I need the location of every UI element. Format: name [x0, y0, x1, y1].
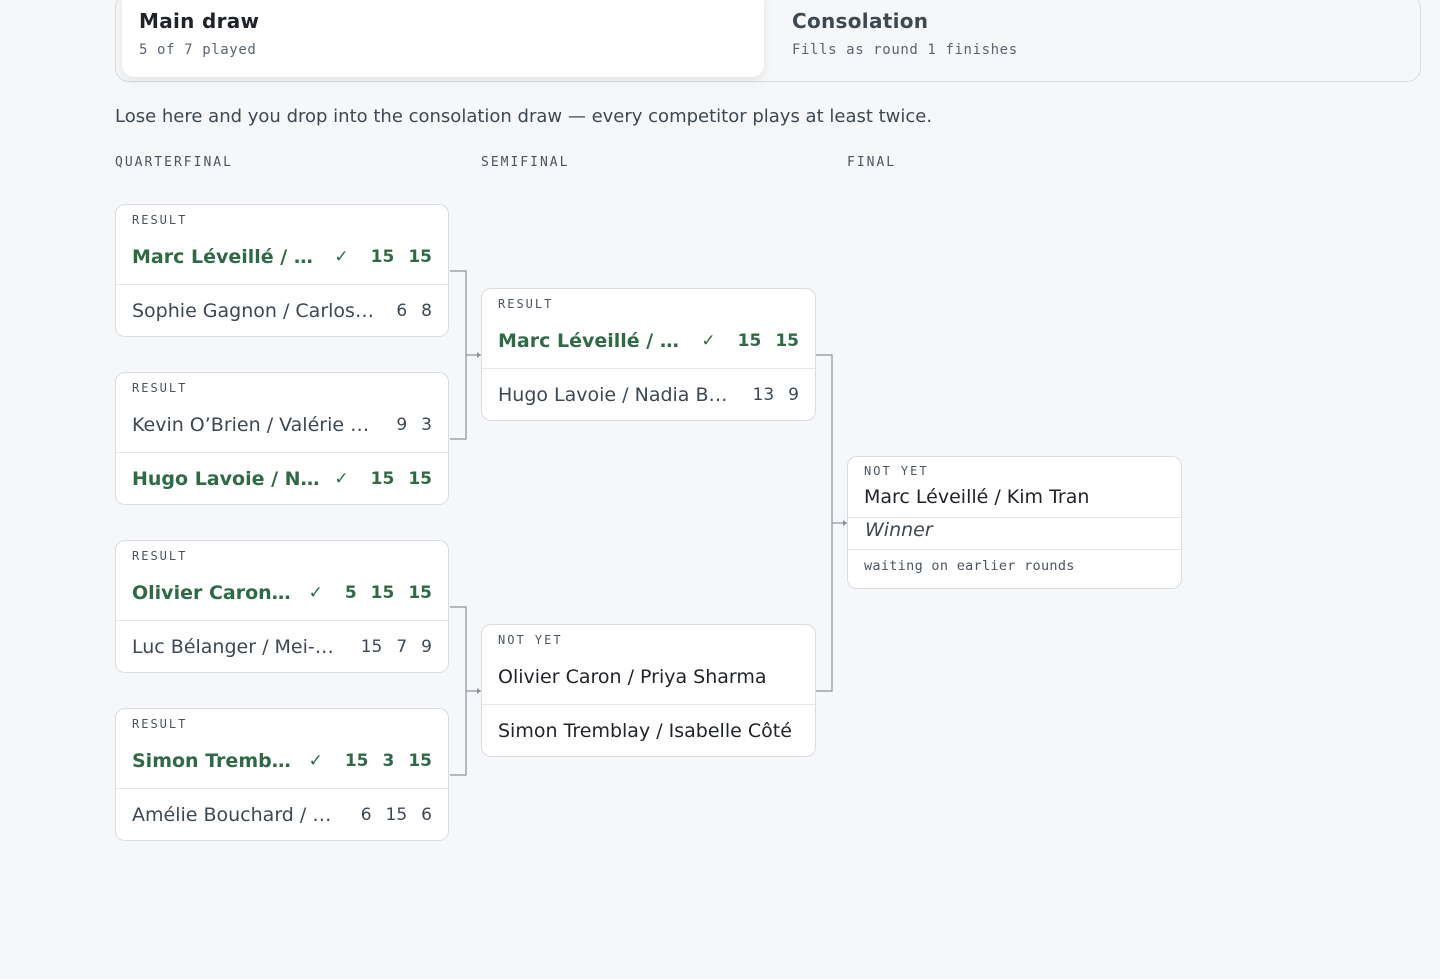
match-team-row: Marc Léveillé / Kim Tran ✓ 15 15	[482, 315, 815, 367]
set-score: 6	[360, 804, 372, 825]
match-status: NOT YET	[864, 464, 929, 478]
set-score: 3	[382, 751, 395, 771]
team-scores: 15 15	[357, 247, 432, 267]
match-team-row: Amélie Bouchard / Denis Roy 6 15 6	[116, 788, 448, 840]
set-score: 15	[385, 804, 408, 825]
check-icon: ✓	[308, 751, 323, 771]
set-score: 9	[788, 384, 799, 405]
set-score: 15	[775, 331, 799, 351]
team-name: Sophie Gagnon / Carlos Mendes	[132, 299, 374, 322]
set-score: 15	[370, 583, 395, 603]
set-score: 3	[421, 415, 432, 435]
set-score: 15	[370, 468, 395, 489]
match-team-row: Olivier Caron / Priya Sharma	[482, 651, 815, 703]
match-team-row: Luc Bélanger / Mei-Ling Wu 15 7 9	[116, 620, 448, 672]
connector-qf3-qf4	[450, 606, 467, 776]
set-score: 15	[408, 468, 432, 489]
team-name: Amélie Bouchard / Denis Roy	[132, 803, 339, 826]
match-status: RESULT	[132, 213, 188, 227]
team-name: Simon Tremblay / Isabelle Côté	[132, 750, 295, 772]
set-score: 6	[396, 300, 408, 321]
team-name: Marc Léveillé / Kim Tran	[864, 486, 1090, 508]
match-status: RESULT	[132, 549, 188, 563]
team-name: Marc Léveillé / Kim Tran	[498, 330, 687, 352]
set-score: 6	[421, 804, 432, 825]
match-sf-1[interactable]: RESULT Marc Léveillé / Kim Tran ✓ 15 15 …	[481, 288, 816, 421]
match-team-row: Sophie Gagnon / Carlos Mendes 6 8	[116, 284, 448, 336]
connector-qf1-qf2	[450, 270, 467, 440]
team-scores: 15 7 9	[347, 637, 432, 657]
set-score: 7	[396, 636, 408, 657]
match-sf-2[interactable]: NOT YET Olivier Caron / Priya Sharma Sim…	[481, 624, 816, 757]
set-score: 15	[360, 636, 383, 657]
match-team-row: Marc Léveillé / Kim Tran ✓ 15 15	[116, 231, 448, 283]
team-scores: 9 3	[382, 415, 432, 435]
set-score: 15	[408, 751, 432, 771]
winner-placeholder: Winner	[848, 517, 1181, 550]
connector-sf1-sf2	[816, 354, 833, 692]
team-name: Hugo Lavoie / Nadia Benali	[498, 383, 731, 406]
match-team-row: Simon Tremblay / Isabelle Côté ✓ 15 3 15	[116, 735, 448, 787]
team-scores: 5 15 15	[331, 583, 432, 603]
check-icon: ✓	[334, 247, 349, 267]
match-qf-4[interactable]: RESULT Simon Tremblay / Isabelle Côté ✓ …	[115, 708, 449, 841]
team-name: Olivier Caron / Priya Sharma	[498, 666, 767, 688]
set-score: 15	[344, 751, 369, 771]
set-score: 5	[344, 583, 357, 603]
set-score: 15	[737, 331, 762, 351]
team-scores: 6 15 6	[347, 805, 432, 825]
team-name: Marc Léveillé / Kim Tran	[132, 246, 320, 268]
match-team-row: Simon Tremblay / Isabelle Côté	[482, 704, 815, 756]
check-icon: ✓	[308, 583, 323, 603]
set-score: 9	[396, 415, 408, 435]
set-score: 9	[421, 636, 432, 657]
team-scores: 6 8	[382, 301, 432, 321]
team-scores: 13 9	[739, 385, 799, 405]
team-scores: 15 3 15	[331, 751, 432, 771]
match-status: RESULT	[132, 717, 188, 731]
match-qf-1[interactable]: RESULT Marc Léveillé / Kim Tran ✓ 15 15 …	[115, 204, 449, 337]
match-status: NOT YET	[498, 633, 563, 647]
set-score: 15	[408, 583, 432, 603]
team-scores: 15 15	[357, 469, 432, 489]
match-final[interactable]: NOT YET Marc Léveillé / Kim Tran Winner …	[847, 456, 1182, 589]
set-score: 15	[370, 247, 395, 267]
final-note: waiting on earlier rounds	[864, 558, 1075, 574]
team-scores: 15 15	[724, 331, 799, 351]
match-status: RESULT	[132, 381, 188, 395]
match-team-row: Hugo Lavoie / Nadia Benali ✓ 15 15	[116, 452, 448, 504]
team-name: Hugo Lavoie / Nadia Benali	[132, 467, 320, 490]
team-name: Olivier Caron / Priya Sharma	[132, 582, 295, 604]
match-team-row: Kevin O’Brien / Valérie Dubois 9 3	[116, 399, 448, 451]
match-qf-3[interactable]: RESULT Olivier Caron / Priya Sharma ✓ 5 …	[115, 540, 449, 673]
match-status: RESULT	[498, 297, 554, 311]
match-team-row: Hugo Lavoie / Nadia Benali 13 9	[482, 368, 815, 420]
set-score: 15	[408, 247, 432, 267]
team-name: Luc Bélanger / Mei-Ling Wu	[132, 635, 339, 658]
team-name: Simon Tremblay / Isabelle Côté	[498, 719, 792, 742]
set-score: 13	[752, 384, 775, 405]
set-score: 8	[421, 300, 432, 321]
match-team-row: Olivier Caron / Priya Sharma ✓ 5 15 15	[116, 567, 448, 619]
team-name: Kevin O’Brien / Valérie Dubois	[132, 414, 374, 436]
check-icon: ✓	[334, 468, 349, 489]
check-icon: ✓	[701, 331, 716, 351]
match-qf-2[interactable]: RESULT Kevin O’Brien / Valérie Dubois 9 …	[115, 372, 449, 505]
